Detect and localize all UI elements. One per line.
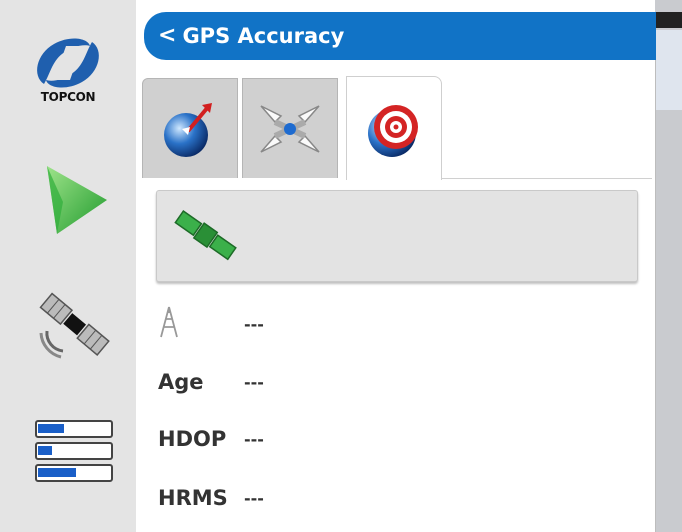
tab-accuracy[interactable]	[346, 76, 442, 180]
settings-bars-icon	[35, 420, 113, 482]
hdop-label: HDOP	[158, 427, 227, 451]
panel-header[interactable]: < GPS Accuracy	[144, 12, 656, 60]
tab-baseline	[442, 178, 652, 179]
accuracy-target-icon	[368, 104, 418, 157]
antenna-label	[158, 305, 244, 344]
settings-button[interactable]	[34, 418, 114, 484]
map-area	[655, 30, 682, 110]
hdop-value: ---	[244, 429, 264, 449]
page-title: GPS Accuracy	[182, 24, 345, 48]
age-value: ---	[244, 372, 264, 392]
logo-text: TOPCON	[40, 90, 96, 104]
hdop-row: HDOP ---	[158, 419, 264, 459]
antenna-icon	[160, 306, 178, 337]
run-screen-button[interactable]	[30, 160, 120, 240]
tab-gps[interactable]	[142, 78, 238, 178]
hrms-label: HRMS	[158, 486, 228, 510]
tab-bar	[142, 76, 652, 180]
gps-satellite-button[interactable]	[28, 280, 120, 370]
antenna-row: ---	[158, 304, 264, 344]
topcon-logo-icon	[37, 38, 99, 88]
age-row: Age ---	[158, 362, 264, 402]
hrms-row: HRMS ---	[158, 478, 264, 518]
age-label: Age	[158, 370, 204, 394]
satellite-gps-icon	[39, 292, 110, 359]
topcon-logo[interactable]: TOPCON	[18, 18, 118, 118]
gps-globe-icon	[164, 102, 212, 157]
satellite-view-button[interactable]	[156, 190, 638, 282]
green-satellite-icon	[174, 210, 237, 261]
left-sidebar: TOPCON	[0, 0, 136, 532]
map-top-bar	[655, 12, 682, 28]
run-screen-arrow-icon	[47, 166, 107, 234]
gps-accuracy-panel: < GPS Accuracy --- Age --- HDOP --- HRMS…	[136, 12, 656, 532]
background-map-strip	[655, 0, 682, 532]
tab-guidance[interactable]	[242, 78, 338, 178]
guidance-arrows-icon	[260, 104, 320, 153]
back-chevron-icon[interactable]: <	[158, 25, 176, 47]
hrms-value: ---	[244, 488, 264, 508]
antenna-value: ---	[244, 314, 264, 334]
